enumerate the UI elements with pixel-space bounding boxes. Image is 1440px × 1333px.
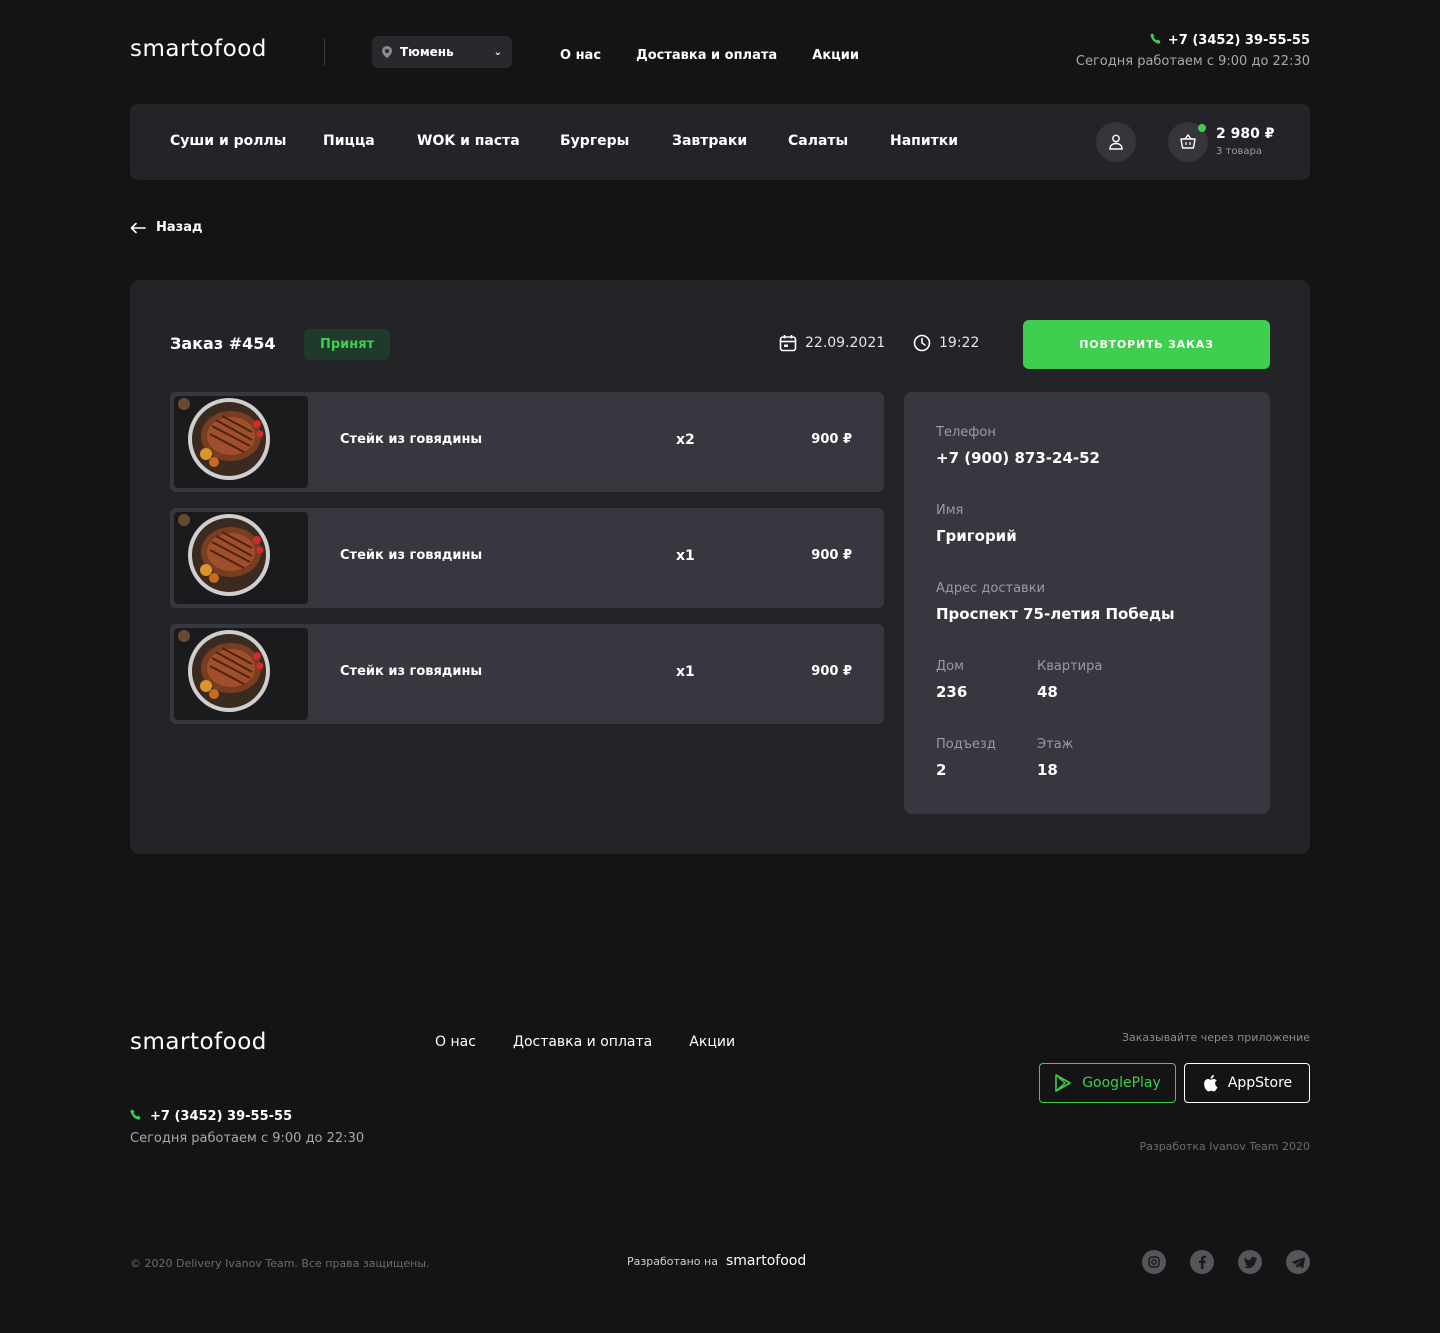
order-title: Заказ #454 — [170, 334, 276, 353]
category-wok[interactable]: WOK и паста — [417, 133, 520, 149]
made-on: Разработано на smartofood — [627, 1253, 806, 1269]
footer-nav-promos[interactable]: Акции — [689, 1034, 735, 1050]
city-select[interactable]: Тюмень ⌄ — [372, 36, 512, 68]
dish-image — [174, 628, 308, 720]
flat-label: Квартира — [1037, 659, 1103, 674]
repeat-order-button[interactable]: ПОВТОРИТЬ ЗАКАЗ — [1023, 320, 1270, 369]
delivery-details-card: Телефон +7 (900) 873-24-52 Имя Григорий … — [904, 392, 1270, 814]
googleplay-icon — [1055, 1074, 1072, 1092]
app-label: Заказывайте через приложение — [1122, 1031, 1310, 1044]
made-on-label: Разработано на — [627, 1254, 718, 1268]
footer-logo[interactable]: smartofood — [130, 1029, 267, 1055]
floor-value: 18 — [1037, 761, 1058, 779]
order-time: 19:22 — [913, 334, 979, 352]
nav-about[interactable]: О нас — [560, 48, 601, 63]
basket-icon — [1180, 134, 1196, 149]
clock-icon — [913, 334, 931, 352]
category-salads[interactable]: Салаты — [788, 133, 848, 149]
dish-quantity: x1 — [676, 664, 695, 680]
top-nav: О нас Доставка и оплата Акции — [560, 44, 889, 63]
dish-price: 900 ₽ — [811, 664, 852, 679]
city-name: Тюмень — [400, 45, 454, 59]
flat-value: 48 — [1037, 683, 1058, 701]
cart-count: 3 товара — [1216, 146, 1262, 157]
order-item: Стейк из говядины x2 900 ₽ — [170, 392, 884, 492]
calendar-icon — [779, 335, 797, 352]
header-phone[interactable]: +7 (3452) 39-55-55 — [1076, 33, 1310, 48]
phone-icon — [130, 1109, 141, 1120]
address-label: Адрес доставки — [936, 581, 1046, 596]
nav-promos[interactable]: Акции — [812, 48, 859, 63]
footer-nav-about[interactable]: О нас — [435, 1034, 476, 1050]
order-time-text: 19:22 — [939, 335, 980, 351]
cart-badge-dot — [1198, 124, 1206, 132]
floor-label: Этаж — [1037, 737, 1074, 752]
googleplay-label: GooglePlay — [1082, 1075, 1161, 1091]
copyright: © 2020 Delivery Ivanov Team. Все права з… — [130, 1257, 430, 1270]
appstore-button[interactable]: AppStore — [1184, 1063, 1310, 1103]
header-phone-text: +7 (3452) 39-55-55 — [1167, 33, 1310, 48]
category-breakfast[interactable]: Завтраки — [672, 133, 747, 149]
steak-image-icon — [178, 398, 270, 480]
order-item: Стейк из говядины x1 900 ₽ — [170, 508, 884, 608]
name-value: Григорий — [936, 527, 1017, 545]
header-contacts: +7 (3452) 39-55-55 Сегодня работаем с 9:… — [1076, 33, 1310, 69]
arrow-left-icon — [130, 222, 146, 233]
phone-value: +7 (900) 873-24-52 — [936, 449, 1100, 467]
category-pizza[interactable]: Пицца — [323, 133, 375, 149]
instagram-icon[interactable] — [1142, 1250, 1166, 1274]
entrance-value: 2 — [936, 761, 947, 779]
footer-phone-text: +7 (3452) 39-55-55 — [150, 1109, 293, 1124]
category-sushi[interactable]: Суши и роллы — [170, 133, 286, 149]
footer-hours: Сегодня работаем с 9:00 до 22:30 — [130, 1131, 365, 1146]
facebook-icon[interactable] — [1190, 1250, 1214, 1274]
dish-quantity: x1 — [676, 548, 695, 564]
user-icon — [1109, 134, 1123, 150]
dish-quantity: x2 — [676, 432, 695, 448]
cart-total[interactable]: 2 980 ₽ — [1216, 126, 1274, 142]
footer-nav-delivery[interactable]: Доставка и оплата — [513, 1034, 652, 1050]
dish-name: Стейк из говядины — [340, 664, 483, 679]
telegram-icon[interactable] — [1286, 1250, 1310, 1274]
googleplay-button[interactable]: GooglePlay — [1039, 1063, 1176, 1103]
phone-icon — [1150, 33, 1161, 44]
dish-image — [174, 512, 308, 604]
chevron-down-icon: ⌄ — [493, 46, 502, 58]
location-pin-icon — [382, 46, 392, 58]
order-date-text: 22.09.2021 — [805, 335, 886, 351]
dish-image — [174, 396, 308, 488]
footer-nav: О нас Доставка и оплата Акции — [435, 1031, 767, 1050]
back-label: Назад — [156, 220, 203, 235]
apple-icon — [1203, 1074, 1218, 1092]
category-drinks[interactable]: Напитки — [890, 133, 958, 149]
address-value: Проспект 75-летия Победы — [936, 605, 1175, 623]
house-label: Дом — [936, 659, 964, 674]
nav-delivery[interactable]: Доставка и оплата — [636, 48, 777, 63]
profile-button[interactable] — [1096, 122, 1136, 162]
dish-name: Стейк из говядины — [340, 548, 483, 563]
appstore-label: AppStore — [1227, 1075, 1293, 1091]
logo[interactable]: smartofood — [130, 36, 267, 62]
phone-label: Телефон — [936, 425, 996, 440]
entrance-label: Подъезд — [936, 737, 996, 752]
header-divider — [324, 38, 325, 66]
twitter-icon[interactable] — [1238, 1250, 1262, 1274]
category-burgers[interactable]: Бургеры — [560, 133, 629, 149]
order-date: 22.09.2021 — [779, 334, 885, 352]
header-hours: Сегодня работаем с 9:00 до 22:30 — [1075, 54, 1310, 69]
dev-credit: Разработка Ivanov Team 2020 — [1139, 1140, 1310, 1153]
steak-image-icon — [178, 630, 270, 712]
order-item: Стейк из говядины x1 900 ₽ — [170, 624, 884, 724]
house-value: 236 — [936, 683, 968, 701]
category-bar: Суши и роллы Пицца WOK и паста Бургеры З… — [130, 104, 1310, 180]
dish-price: 900 ₽ — [811, 432, 852, 447]
dish-price: 900 ₽ — [811, 548, 852, 563]
steak-image-icon — [178, 514, 270, 596]
dish-name: Стейк из говядины — [340, 432, 483, 447]
name-label: Имя — [936, 503, 964, 518]
made-on-logo[interactable]: smartofood — [726, 1253, 806, 1269]
back-link[interactable]: Назад — [130, 220, 202, 235]
footer-phone[interactable]: +7 (3452) 39-55-55 — [130, 1109, 292, 1124]
status-badge: Принят — [304, 329, 391, 360]
